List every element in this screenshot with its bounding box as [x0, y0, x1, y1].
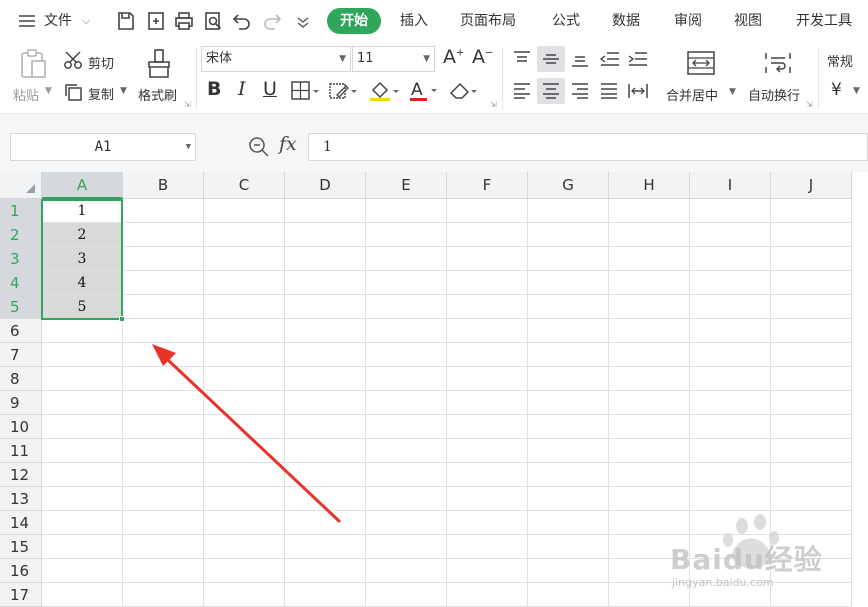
currency-format-button[interactable]: ¥ [831, 80, 842, 100]
merge-center-chevron-down-icon[interactable]: ▼ [729, 87, 736, 97]
align-middle-icon[interactable] [541, 50, 561, 68]
font-name-select[interactable]: 宋体 ▼ [201, 46, 351, 72]
align-right-icon[interactable] [570, 82, 590, 100]
distributed-align-icon[interactable] [627, 82, 649, 100]
name-box-value: A1 [94, 139, 112, 155]
save-icon[interactable] [115, 10, 137, 32]
tab-formulas[interactable]: 公式 [552, 0, 580, 42]
zoom-search-icon[interactable] [248, 136, 270, 158]
hamburger-menu-icon[interactable] [16, 10, 38, 32]
ribbon-divider [818, 48, 819, 108]
tab-review[interactable]: 审阅 [674, 0, 702, 42]
undo-icon[interactable] [231, 10, 253, 32]
tab-page-layout[interactable]: 页面布局 [460, 0, 516, 42]
file-menu[interactable]: 文件 [44, 0, 72, 42]
align-left-icon[interactable] [512, 82, 532, 100]
print-icon[interactable] [173, 10, 195, 32]
copy-button[interactable]: 复制 [88, 84, 114, 103]
file-menu-chevron-down-icon[interactable]: ⌵ [82, 0, 90, 42]
increase-font-size-icon[interactable]: A+ [443, 46, 464, 68]
font-name-value: 宋体 [206, 51, 233, 66]
print-preview-icon[interactable] [202, 10, 224, 32]
scissors-icon[interactable] [63, 50, 85, 70]
font-name-chevron-down-icon: ▼ [339, 54, 346, 64]
decrease-font-size-icon[interactable]: A− [472, 46, 493, 68]
copy-dropdown-caret-icon[interactable]: ▼ [120, 86, 127, 96]
font-size-value: 11 [357, 51, 374, 66]
ribbon-divider [502, 48, 503, 108]
export-pdf-icon[interactable] [145, 10, 167, 32]
alignment-dialog-launcher-icon[interactable]: ⇲ [806, 100, 813, 109]
align-top-icon[interactable] [512, 50, 532, 68]
merge-center-icon[interactable] [686, 50, 716, 76]
worksheet-grid: ABCDEFGHIJ 1 2 3 4 5 6 7 8 9 10 11 12 13 14 15 16 17 123… [0, 172, 868, 607]
format-painter-button[interactable]: 格式刷 [138, 85, 177, 104]
tab-developer[interactable]: 开发工具 [796, 0, 852, 42]
formula-input[interactable]: 1 [308, 133, 868, 161]
tab-view[interactable]: 视图 [734, 0, 762, 42]
insert-function-fx-icon[interactable]: fx [279, 133, 297, 155]
tab-home[interactable]: 开始 [327, 8, 381, 34]
italic-icon[interactable]: I [238, 78, 246, 100]
menu-bar: 文件 ⌵ 开始 插入 页面布局 公式 数据 审阅 视图 开发工具 [0, 0, 868, 42]
number-format-select[interactable]: 常规 [827, 51, 853, 70]
font-color-icon[interactable]: A [409, 79, 441, 102]
paste-icon[interactable] [19, 48, 49, 80]
font-size-select[interactable]: 11 ▼ [352, 46, 435, 72]
formula-bar: A1 ▼ fx 1 [0, 114, 868, 172]
merge-center-button[interactable]: 合并居中 [666, 85, 718, 104]
tab-data[interactable]: 数据 [612, 0, 640, 42]
annotation-arrow [152, 344, 341, 523]
font-dialog-launcher-icon[interactable]: ⇲ [490, 100, 497, 109]
bold-icon[interactable]: B [207, 78, 221, 100]
copy-icon[interactable] [63, 82, 83, 102]
decrease-indent-icon[interactable] [599, 50, 621, 68]
redo-icon[interactable] [261, 10, 283, 32]
align-bottom-icon[interactable] [570, 50, 590, 68]
paste-button[interactable]: 粘贴 [13, 85, 39, 104]
format-painter-icon[interactable] [145, 48, 173, 80]
fill-color-icon[interactable] [369, 80, 401, 102]
increase-indent-icon[interactable] [627, 50, 649, 68]
name-box-chevron-down-icon[interactable]: ▼ [186, 134, 191, 160]
wrap-text-icon[interactable] [763, 50, 793, 76]
ribbon: 粘贴 ▼ 剪切 复制 ▼ 格式刷 ⇲ 宋体 ▼ 11 ▼ A+ A− B I U… [0, 42, 868, 114]
cut-button[interactable]: 剪切 [88, 53, 114, 72]
align-center-icon[interactable] [541, 82, 561, 100]
svg-text:A: A [411, 80, 423, 100]
paste-dropdown-caret-icon[interactable]: ▼ [45, 86, 52, 96]
borders-icon[interactable] [291, 81, 321, 101]
clipboard-dialog-launcher-icon[interactable]: ⇲ [184, 100, 191, 109]
clear-format-eraser-icon[interactable] [449, 81, 481, 101]
cell-style-icon[interactable] [329, 81, 359, 101]
tab-insert[interactable]: 插入 [400, 0, 428, 42]
ribbon-divider [196, 48, 197, 108]
wrap-text-button[interactable]: 自动换行 [748, 85, 800, 104]
currency-chevron-down-icon[interactable]: ▼ [853, 86, 860, 96]
name-box[interactable]: A1 ▼ [10, 133, 196, 161]
customize-toolbar-icon[interactable] [292, 10, 314, 32]
underline-icon[interactable]: U [263, 78, 277, 100]
justify-icon[interactable] [599, 82, 619, 100]
font-size-chevron-down-icon: ▼ [423, 54, 430, 64]
